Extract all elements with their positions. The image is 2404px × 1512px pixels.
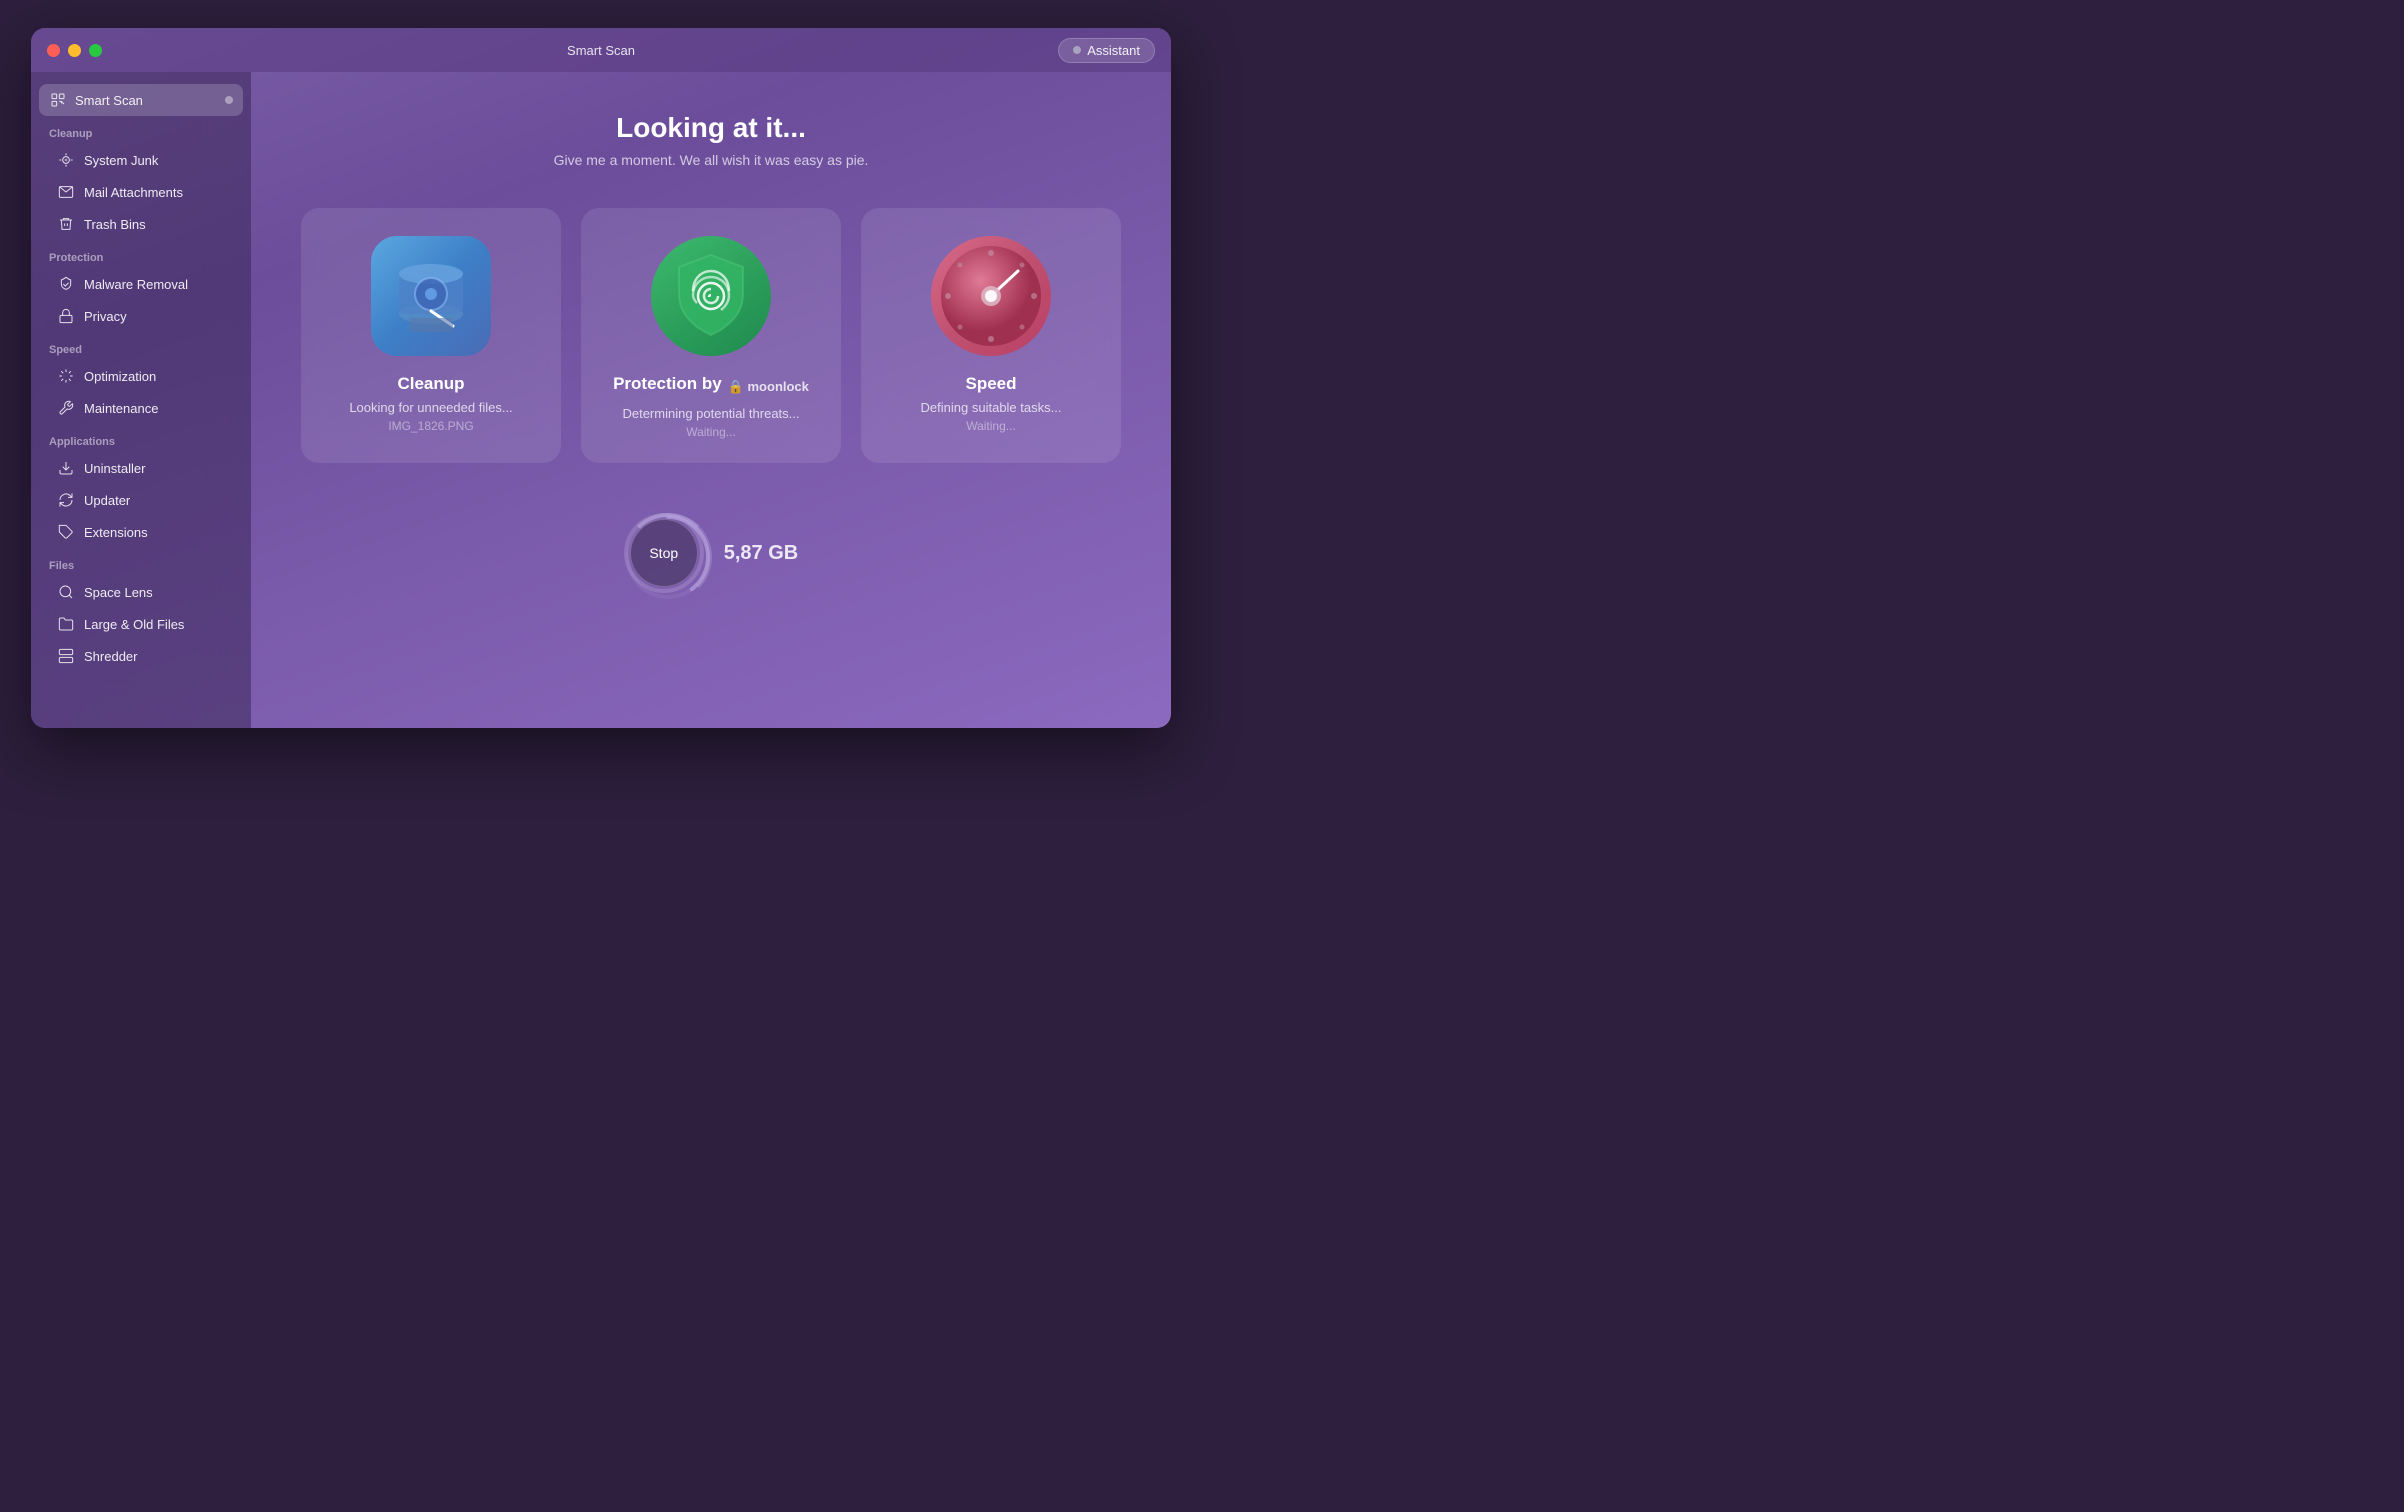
maintenance-icon <box>57 399 75 417</box>
privacy-icon <box>57 307 75 325</box>
sidebar-item-indicator <box>225 96 233 104</box>
malware-icon <box>57 275 75 293</box>
close-button[interactable] <box>47 44 60 57</box>
assistant-status-dot <box>1073 46 1081 54</box>
space-lens-icon <box>57 583 75 601</box>
titlebar: Smart Scan Assistant <box>31 28 1171 72</box>
sidebar-item-mail-attachments[interactable]: Mail Attachments <box>39 176 243 208</box>
sidebar-section-speed: Speed <box>31 332 251 360</box>
mail-icon <box>57 183 75 201</box>
sidebar-section-cleanup: Cleanup <box>31 116 251 144</box>
main-subtitle: Give me a moment. We all wish it was eas… <box>554 152 869 168</box>
cleanup-card-status: Looking for unneeded files... <box>349 400 512 415</box>
sidebar-item-system-junk[interactable]: System Junk <box>39 144 243 176</box>
shredder-icon <box>57 647 75 665</box>
stop-area: Stop 5,87 GB <box>624 513 798 593</box>
assistant-button[interactable]: Assistant <box>1058 38 1155 63</box>
sidebar-section-files: Files <box>31 548 251 576</box>
sidebar-item-space-lens[interactable]: Space Lens <box>39 576 243 608</box>
speed-dial-container <box>931 236 1051 356</box>
sidebar-maintenance-label: Maintenance <box>84 401 158 416</box>
sidebar-section-protection: Protection <box>31 240 251 268</box>
sidebar-updater-label: Updater <box>84 493 130 508</box>
sidebar-item-trash-bins[interactable]: Trash Bins <box>39 208 243 240</box>
cleanup-card-file: IMG_1826.PNG <box>388 419 473 433</box>
cleanup-card-title: Cleanup <box>397 374 464 394</box>
sidebar-item-shredder[interactable]: Shredder <box>39 640 243 672</box>
disk-svg <box>381 246 481 346</box>
app-window: Smart Scan Assistant Smart Scan <box>31 28 1171 728</box>
main-content: Looking at it... Give me a moment. We al… <box>251 72 1171 728</box>
trash-icon <box>57 215 75 233</box>
speed-card: Speed Defining suitable tasks... Waiting… <box>861 208 1121 463</box>
sidebar-trash-bins-label: Trash Bins <box>84 217 146 232</box>
updater-icon <box>57 491 75 509</box>
progress-ring: Stop <box>624 513 704 593</box>
sidebar-system-junk-label: System Junk <box>84 153 158 168</box>
optimization-icon <box>57 367 75 385</box>
sidebar-smart-scan-label: Smart Scan <box>75 93 143 108</box>
sidebar-item-optimization[interactable]: Optimization <box>39 360 243 392</box>
sidebar: Smart Scan Cleanup System Junk <box>31 72 251 728</box>
sidebar-large-old-files-label: Large & Old Files <box>84 617 184 632</box>
sidebar-item-uninstaller[interactable]: Uninstaller <box>39 452 243 484</box>
large-files-icon <box>57 615 75 633</box>
sidebar-item-maintenance[interactable]: Maintenance <box>39 392 243 424</box>
progress-arc <box>624 513 712 601</box>
junk-icon <box>57 151 75 169</box>
speed-card-icon <box>931 236 1051 356</box>
sidebar-shredder-label: Shredder <box>84 649 137 664</box>
sidebar-extensions-label: Extensions <box>84 525 148 540</box>
sidebar-item-malware-removal[interactable]: Malware Removal <box>39 268 243 300</box>
cleanup-card-icon <box>371 236 491 356</box>
uninstaller-icon <box>57 459 75 477</box>
speed-card-title: Speed <box>965 374 1016 394</box>
protection-card: Protection by 🔒 moonlock Determining pot… <box>581 208 841 463</box>
cards-row: Cleanup Looking for unneeded files... IM… <box>301 208 1121 463</box>
speed-card-status: Defining suitable tasks... <box>921 400 1062 415</box>
content-area: Smart Scan Cleanup System Junk <box>31 72 1171 728</box>
sidebar-item-smart-scan[interactable]: Smart Scan <box>39 84 243 116</box>
window-title: Smart Scan <box>567 43 635 58</box>
sidebar-item-extensions[interactable]: Extensions <box>39 516 243 548</box>
main-title: Looking at it... <box>616 112 806 144</box>
cleanup-card: Cleanup Looking for unneeded files... IM… <box>301 208 561 463</box>
sidebar-uninstaller-label: Uninstaller <box>84 461 145 476</box>
sidebar-optimization-label: Optimization <box>84 369 156 384</box>
sidebar-section-applications: Applications <box>31 424 251 452</box>
scan-icon <box>49 91 67 109</box>
sidebar-space-lens-label: Space Lens <box>84 585 153 600</box>
sidebar-privacy-label: Privacy <box>84 309 127 324</box>
protection-title-row: Protection by 🔒 moonlock <box>613 374 809 400</box>
speed-dial-svg <box>936 241 1046 351</box>
maximize-button[interactable] <box>89 44 102 57</box>
shield-svg <box>671 251 751 341</box>
protection-card-icon <box>651 236 771 356</box>
sidebar-item-updater[interactable]: Updater <box>39 484 243 516</box>
traffic-lights <box>47 44 102 57</box>
moonlock-brand: 🔒 moonlock <box>728 379 809 395</box>
protection-card-file: Waiting... <box>686 425 736 439</box>
sidebar-item-privacy[interactable]: Privacy <box>39 300 243 332</box>
size-label: 5,87 GB <box>724 542 798 565</box>
assistant-label: Assistant <box>1087 43 1140 58</box>
sidebar-mail-attachments-label: Mail Attachments <box>84 185 183 200</box>
extensions-icon <box>57 523 75 541</box>
protection-card-status: Determining potential threats... <box>622 406 799 421</box>
sidebar-malware-removal-label: Malware Removal <box>84 277 188 292</box>
protection-card-title: Protection by <box>613 374 722 394</box>
speed-card-file: Waiting... <box>966 419 1016 433</box>
minimize-button[interactable] <box>68 44 81 57</box>
sidebar-item-large-old-files[interactable]: Large & Old Files <box>39 608 243 640</box>
shield-container <box>651 236 771 356</box>
